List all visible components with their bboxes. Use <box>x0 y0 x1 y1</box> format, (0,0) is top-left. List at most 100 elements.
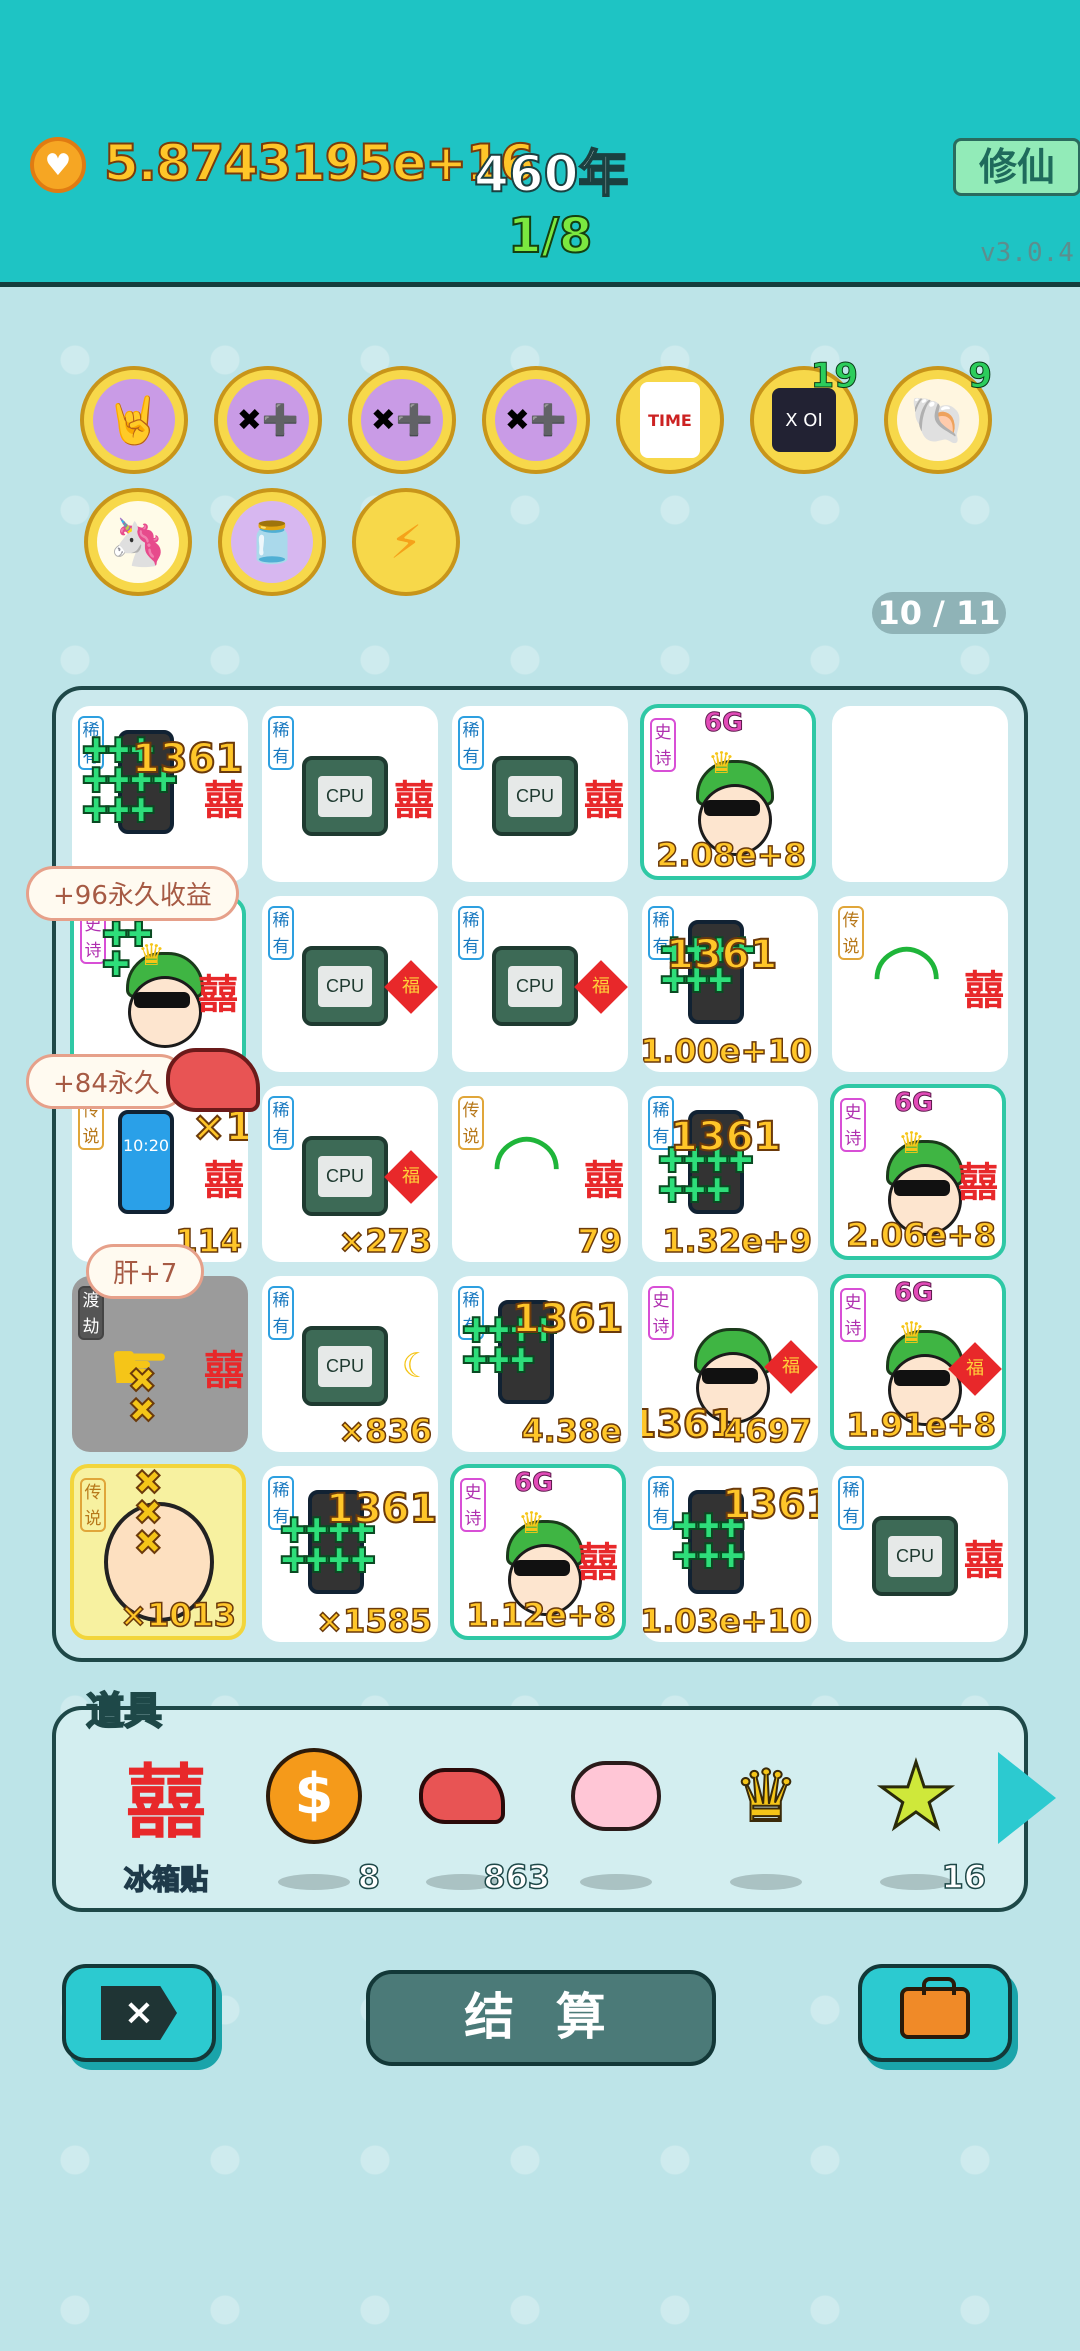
prop-shadow <box>580 1874 652 1890</box>
buff-unicorn-icon[interactable]: 🦄 <box>84 488 192 596</box>
prop-shadow <box>730 1874 802 1890</box>
cpu-icon: CPU <box>872 1516 958 1596</box>
buff-math-head-icon-3[interactable]: ✖➕ <box>482 366 590 474</box>
float-income: 1361 <box>669 1113 782 1161</box>
liver-icon <box>412 1746 512 1846</box>
prop-piggy-bank[interactable] <box>556 1746 676 1896</box>
cell-value: ×1013 <box>119 1595 236 1635</box>
float-income: 1361 <box>642 1401 737 1447</box>
wifi-icon: ◠ <box>870 923 944 1021</box>
grid-cell-r0c3[interactable]: 史诗 6G ♛ 2.08e+8 <box>640 704 816 880</box>
grid-cell-r2c2[interactable]: 传说 ◠ 囍 79 <box>452 1086 628 1262</box>
buff-shell-icon[interactable]: 🐚 9 <box>884 356 992 474</box>
rarity-tag: 史诗 <box>460 1478 486 1532</box>
fu-sticker-icon: 福 <box>384 960 438 1014</box>
grid-cell-r3c1[interactable]: 稀有 CPU ☾ ×836 <box>262 1276 438 1452</box>
grid-cell-r1c1[interactable]: 稀有 CPU 福 <box>262 896 438 1072</box>
fu-sticker-icon: 福 <box>384 1150 438 1204</box>
coin-total: 5.8743195e+16 <box>103 133 536 193</box>
exit-button[interactable]: × <box>62 1964 216 2062</box>
prop-dollar-coin[interactable]: $ 8 <box>254 1746 381 1897</box>
briefcase-button[interactable] <box>858 1964 1012 2062</box>
cpu-icon: CPU <box>302 756 388 836</box>
prop-liver[interactable]: 863 <box>402 1746 551 1897</box>
grid-cell-r0c4-empty[interactable] <box>832 706 1008 882</box>
buff-rock-hand-icon[interactable]: 🤘 <box>80 366 188 474</box>
cpu-icon: CPU <box>492 756 578 836</box>
buff-math-head-icon-2[interactable]: ✖➕ <box>348 366 456 474</box>
rarity-tag: 稀有 <box>268 1096 294 1150</box>
heart-coin-icon: ♥ <box>30 137 86 193</box>
cell-value: 2.06e+8 <box>846 1215 997 1255</box>
6g-label: 6G <box>893 1278 934 1309</box>
cell-value: 1.32e+9 <box>662 1221 813 1261</box>
buff-lightning-icon[interactable]: ⚡ <box>352 488 460 596</box>
rarity-tag: 史诗 <box>648 1286 674 1340</box>
buff-time-magazine-icon[interactable]: TIME <box>616 366 724 474</box>
cell-value: 4.38e <box>521 1411 623 1451</box>
star-icon: ★ <box>874 1742 958 1850</box>
grid-cell-r2c3[interactable]: 稀有 ✚✚✚✚ ✚✚✚ 1361 1.32e+9 <box>642 1086 818 1262</box>
rarity-tag: 稀有 <box>648 1476 674 1530</box>
grid-cell-r4c0[interactable]: 传说 ✖ ✖ ✖ ×1013 <box>70 1464 246 1640</box>
xiuxian-button[interactable]: 修仙 <box>953 138 1080 196</box>
grid-cell-r2c4[interactable]: 史诗 6G ♛ 囍 2.06e+8 <box>830 1084 1006 1260</box>
rarity-tag: 史诗 <box>650 718 676 772</box>
phone-icon: 10:20 <box>118 1110 174 1214</box>
moon-icon: ☾ <box>401 1346 432 1386</box>
grid-cell-r4c2[interactable]: 史诗 6G ♛ 囍 1.12e+8 <box>450 1464 626 1640</box>
props-title: 道具 <box>85 1688 163 1734</box>
grid-cell-r4c4[interactable]: 稀有 CPU 囍 <box>832 1466 1008 1642</box>
next-arrow-icon[interactable] <box>998 1752 1056 1844</box>
xi-sticker-icon: 囍 <box>578 1540 618 1586</box>
grid-cell-r1c3[interactable]: 稀有 ✚✚✚✚ ✚✚✚ 1361 1.00e+10 <box>642 896 818 1072</box>
grid-cell-r0c2[interactable]: 稀有 CPU 囍 <box>452 706 628 882</box>
cell-value: 1.03e+10 <box>642 1601 813 1641</box>
grid-cell-r4c1[interactable]: 稀有 ✚✚✚✚ ✚✚✚✚ 1361 ×1585 <box>262 1466 438 1642</box>
prop-xi-sticker[interactable]: 囍 冰箱贴 <box>106 1746 226 1897</box>
xi-sticker-icon: 囍 <box>394 778 434 824</box>
wifi-icon: ◠ <box>490 1113 564 1211</box>
cpu-icon: CPU <box>302 1136 388 1216</box>
sparkle-effect: ✚✚ ✚ <box>101 915 154 985</box>
grid-cell-r1c2[interactable]: 稀有 CPU 福 <box>452 896 628 1072</box>
cell-value: 1.12e+8 <box>466 1595 617 1635</box>
buff-math-head-icon[interactable]: ✖➕ <box>214 366 322 474</box>
grid-cell-r1c4[interactable]: 传说 ◠ 囍 <box>832 896 1008 1072</box>
float-income: 1361 <box>721 1481 818 1529</box>
xi-sticker-icon: 囍 <box>964 968 1004 1014</box>
grid-cell-r3c0[interactable]: 渡劫 ☛ 囍 ✖ ✖ <box>72 1276 248 1452</box>
prop-crown[interactable]: ♛ <box>706 1746 826 1896</box>
cell-value: 2.08e+8 <box>656 835 807 875</box>
grid-cell-r3c3[interactable]: 史诗 福 1361 4697 <box>642 1276 818 1452</box>
grid-cell-r0c0[interactable]: 稀有 囍 ✚✚✚ ✚✚✚✚ ✚✚✚ 1361 <box>72 706 248 882</box>
cell-value: 1.00e+10 <box>642 1031 813 1071</box>
grid-cell-r0c1[interactable]: 稀有 CPU 囍 <box>262 706 438 882</box>
prop-label: 冰箱贴 <box>123 1862 209 1897</box>
grid-cell-r4c3[interactable]: 稀有 ✚✚✚✚✚✚ 1361 1.03e+10 <box>642 1466 818 1642</box>
liver-bonus-bubble: 肝+7 <box>86 1244 205 1299</box>
close-icon: × <box>101 1986 177 2040</box>
buff-jar-icon[interactable]: 🫙 <box>218 488 326 596</box>
rarity-tag: 稀有 <box>458 716 484 770</box>
grid-cell-r3c4[interactable]: 史诗 6G ♛ 福 1.91e+8 <box>830 1274 1006 1450</box>
version-label: v3.0.4 <box>980 238 1074 268</box>
grid-cell-r1c0[interactable]: 史诗 ♛ 囍 ✚✚ ✚ <box>70 896 246 1072</box>
prop-count: 863 <box>482 1857 550 1897</box>
rarity-tag: 稀有 <box>838 1476 864 1530</box>
grid-cell-r3c2[interactable]: 稀有 ✚✚✚✚ ✚✚✚ 1361 4.38e <box>452 1276 628 1452</box>
rarity-tag: 稀有 <box>268 1286 294 1340</box>
grid-cell-r2c1[interactable]: 稀有 CPU 福 ×273 <box>262 1086 438 1262</box>
slot-count-badge: 10 / 11 <box>872 592 1006 634</box>
rarity-tag: 传说 <box>458 1096 484 1150</box>
buff-chip-icon[interactable]: X OI 19 <box>750 356 859 474</box>
settle-button[interactable]: 结 算 <box>366 1970 716 2066</box>
float-income: 1361 <box>131 735 244 783</box>
prop-star[interactable]: ★ 16 <box>856 1742 987 1897</box>
float-income: 1361 <box>511 1295 624 1343</box>
6g-label: 6G <box>513 1468 554 1499</box>
cell-value: 1.91e+8 <box>846 1405 997 1445</box>
grid-cell-r2c0[interactable]: 传说 10:20 囍 ×14 114 <box>72 1086 248 1262</box>
cell-value: 4697 <box>722 1411 813 1451</box>
dollar-coin-icon: $ <box>264 1746 364 1846</box>
